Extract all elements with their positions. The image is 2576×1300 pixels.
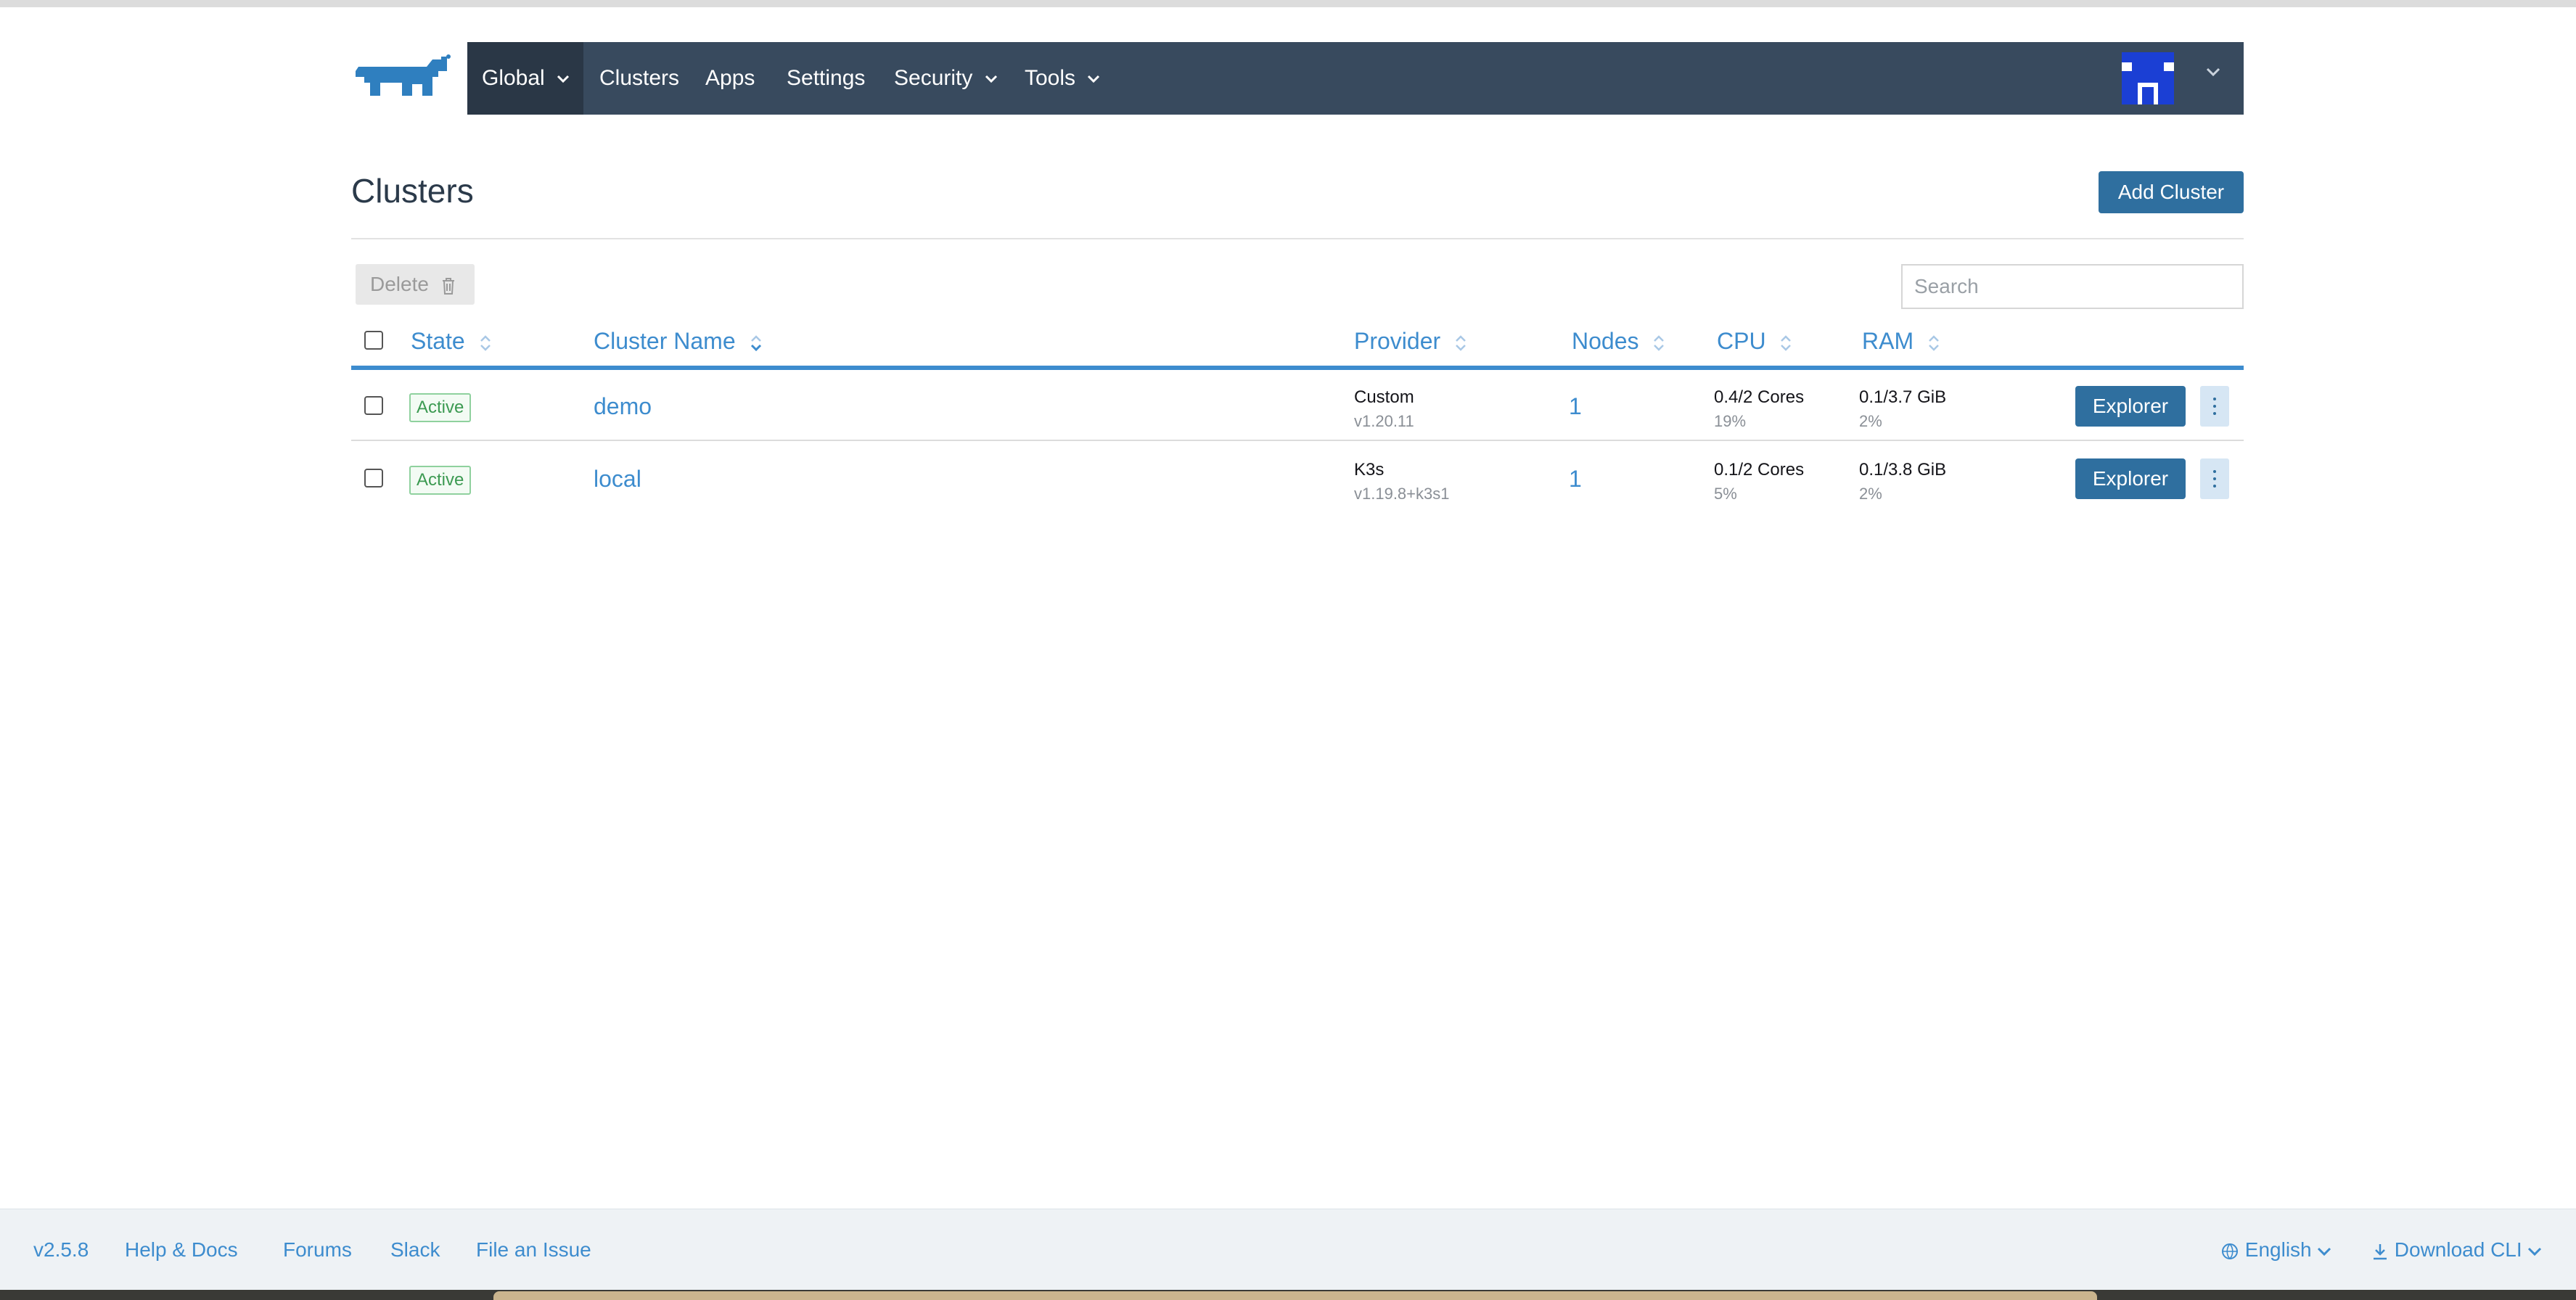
rancher-logo[interactable]	[351, 52, 453, 104]
trash-icon	[442, 277, 454, 295]
table-header: State Cluster Name Provider Nodes CPU RA…	[351, 321, 2244, 364]
ram-percent: 2%	[1859, 485, 1882, 503]
help-docs-link[interactable]: Help & Docs	[125, 1238, 238, 1262]
explorer-button[interactable]: Explorer	[2075, 458, 2186, 499]
table-row: Active demo Custom v1.20.11 1 0.4/2 Core…	[351, 371, 2244, 444]
chevron-down-icon	[985, 75, 997, 83]
explorer-button[interactable]: Explorer	[2075, 386, 2186, 427]
search-input[interactable]	[1901, 264, 2244, 309]
browser-top-edge	[0, 0, 2576, 7]
chevron-down-icon	[2318, 1247, 2331, 1256]
column-provider-label: Provider	[1354, 328, 1441, 354]
provider-name: Custom	[1354, 387, 1414, 407]
ram-percent: 2%	[1859, 412, 1882, 430]
sort-icon	[480, 334, 491, 351]
column-cpu-label: CPU	[1717, 328, 1766, 354]
cluster-name-link[interactable]: local	[594, 466, 641, 493]
provider-name: K3s	[1354, 460, 1385, 480]
nav-apps[interactable]: Apps	[705, 42, 755, 115]
nav-global-label: Global	[482, 66, 545, 90]
column-state-label: State	[411, 328, 465, 354]
nodes-link[interactable]: 1	[1569, 466, 1582, 493]
delete-label: Delete	[370, 273, 429, 295]
ram-usage: 0.1/3.7 GiB	[1859, 387, 1947, 407]
kebab-icon[interactable]	[2200, 458, 2229, 499]
column-ram-label: RAM	[1862, 328, 1914, 354]
cpu-percent: 5%	[1714, 485, 1737, 503]
chevron-down-icon[interactable]	[2206, 67, 2220, 77]
column-nodes-label: Nodes	[1572, 328, 1639, 354]
nav-tools-label: Tools	[1025, 66, 1076, 90]
cpu-usage: 0.1/2 Cores	[1714, 460, 1805, 480]
table-row: Active local K3s v1.19.8+k3s1 1 0.1/2 Co…	[351, 445, 2244, 518]
nav-clusters[interactable]: Clusters	[599, 42, 679, 115]
column-ram[interactable]: RAM	[1862, 328, 1940, 355]
column-nodes[interactable]: Nodes	[1572, 328, 1665, 355]
cluster-name-link[interactable]: demo	[594, 393, 652, 420]
status-badge: Active	[409, 466, 472, 495]
avatar[interactable]	[2122, 52, 2174, 104]
column-cluster-name-label: Cluster Name	[594, 328, 736, 354]
sort-icon	[1654, 334, 1665, 351]
desktop-background-strip	[0, 1290, 2576, 1300]
provider-version: v1.19.8+k3s1	[1354, 485, 1450, 503]
nav-security-label: Security	[894, 66, 973, 90]
title-divider	[351, 238, 2244, 239]
sort-icon	[1929, 334, 1939, 351]
forums-link[interactable]: Forums	[283, 1238, 352, 1262]
delete-button[interactable]: Delete	[356, 264, 475, 305]
app-header: Global Clusters Apps Settings Security T…	[351, 42, 2244, 115]
cpu-usage: 0.4/2 Cores	[1714, 387, 1805, 407]
globe-icon	[2222, 1243, 2238, 1259]
provider-version: v1.20.11	[1354, 412, 1414, 430]
sort-icon	[750, 334, 761, 351]
nav-security[interactable]: Security	[894, 42, 998, 115]
status-badge: Active	[409, 393, 472, 422]
select-all-checkbox[interactable]	[364, 331, 383, 350]
footer: v2.5.8 Help & Docs Forums Slack File an …	[0, 1209, 2576, 1291]
add-cluster-button[interactable]: Add Cluster	[2099, 171, 2244, 213]
sort-icon	[1456, 334, 1466, 351]
language-selector[interactable]: English	[2220, 1238, 2331, 1262]
version-link[interactable]: v2.5.8	[33, 1238, 89, 1262]
row-checkbox[interactable]	[364, 469, 383, 488]
column-provider[interactable]: Provider	[1354, 328, 1467, 355]
cpu-percent: 19%	[1714, 412, 1747, 430]
nav-global[interactable]: Global	[467, 42, 583, 115]
top-navigation: Global Clusters Apps Settings Security T…	[467, 42, 2244, 115]
column-cpu[interactable]: CPU	[1717, 328, 1792, 355]
table-header-rule	[351, 366, 2244, 370]
sort-icon	[1781, 334, 1792, 351]
row-checkbox[interactable]	[364, 396, 383, 415]
language-label: English	[2244, 1238, 2312, 1261]
column-state[interactable]: State	[411, 328, 492, 355]
nav-settings[interactable]: Settings	[787, 42, 865, 115]
row-divider	[351, 440, 2244, 441]
slack-link[interactable]: Slack	[390, 1238, 440, 1262]
file-issue-link[interactable]: File an Issue	[476, 1238, 591, 1262]
chevron-down-icon	[557, 75, 570, 83]
page-title: Clusters	[351, 172, 474, 210]
download-cli[interactable]: Download CLI	[2371, 1238, 2542, 1262]
chevron-down-icon	[2528, 1247, 2542, 1256]
kebab-icon[interactable]	[2200, 386, 2229, 427]
nav-tools[interactable]: Tools	[1025, 42, 1100, 115]
download-cli-label: Download CLI	[2394, 1238, 2522, 1261]
ram-usage: 0.1/3.8 GiB	[1859, 460, 1947, 480]
chevron-down-icon	[1088, 75, 1100, 83]
download-icon	[2374, 1243, 2387, 1259]
nodes-link[interactable]: 1	[1569, 393, 1582, 420]
column-cluster-name[interactable]: Cluster Name	[594, 328, 763, 355]
